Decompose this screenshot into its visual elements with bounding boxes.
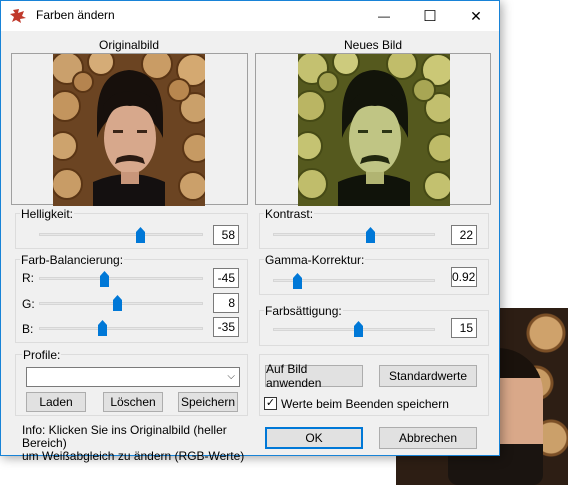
maximize-button[interactable]: ☐ <box>407 1 453 31</box>
red-thumb[interactable] <box>100 271 110 287</box>
save-on-exit-label[interactable]: Werte beim Beenden speichern <box>281 397 449 411</box>
brightness-thumb[interactable] <box>136 227 146 243</box>
blue-label: B: <box>22 322 34 336</box>
delete-profile-button[interactable]: Löschen <box>103 392 163 412</box>
apply-to-image-button[interactable]: Auf Bild anwenden <box>265 362 363 390</box>
original-image[interactable] <box>53 54 205 206</box>
color-balance-label: Farb-Balancierung: <box>20 253 125 267</box>
title-bar[interactable]: Farben ändern — ☐ ✕ <box>1 1 499 31</box>
app-icon <box>10 9 26 23</box>
maximize-icon: ☐ <box>423 8 437 25</box>
info-line-2: um Weißabgleich zu ändern (RGB-Werte) <box>22 449 245 463</box>
contrast-label: Kontrast: <box>264 207 315 221</box>
defaults-button[interactable]: Standardwerte <box>379 365 477 387</box>
window-title: Farben ändern <box>36 8 115 22</box>
original-photo <box>53 54 205 206</box>
info-text: Info: Klicken Sie ins Originalbild (hell… <box>22 424 262 463</box>
close-button[interactable]: ✕ <box>453 1 499 31</box>
blue-value-input[interactable]: -35 <box>213 317 239 337</box>
green-value-input[interactable]: 8 <box>213 293 239 313</box>
chevron-down-icon[interactable]: ⌵ <box>227 371 235 382</box>
red-track[interactable] <box>39 277 203 280</box>
contrast-thumb[interactable] <box>365 227 375 243</box>
cancel-button[interactable]: Abbrechen <box>379 427 477 449</box>
blue-track[interactable] <box>39 327 203 330</box>
saturation-thumb[interactable] <box>354 321 364 337</box>
brightness-label: Helligkeit: <box>20 207 75 221</box>
profiles-label: Profile: <box>22 348 62 362</box>
load-profile-button[interactable]: Laden <box>26 392 86 412</box>
red-value-input[interactable]: -45 <box>213 268 239 288</box>
info-line-1: Info: Klicken Sie ins Originalbild (hell… <box>22 423 227 450</box>
new-image <box>298 54 450 206</box>
green-thumb[interactable] <box>113 295 123 311</box>
saturation-label: Farbsättigung: <box>264 304 343 318</box>
original-image-label: Originalbild <box>98 38 160 52</box>
gamma-label: Gamma-Korrektur: <box>264 253 366 267</box>
gamma-value-input[interactable]: 0.92 <box>451 267 477 287</box>
minimize-icon: — <box>378 9 390 23</box>
save-on-exit-checkbox[interactable]: ✓ <box>264 397 277 410</box>
ok-button[interactable]: OK <box>265 427 363 449</box>
close-icon: ✕ <box>470 7 482 24</box>
original-image-panel[interactable] <box>11 53 248 206</box>
green-label: G: <box>22 297 35 311</box>
save-profile-button[interactable]: Speichern <box>178 392 238 412</box>
new-photo <box>298 54 450 206</box>
brightness-track[interactable] <box>39 233 203 236</box>
brightness-value-input[interactable]: 58 <box>213 225 239 245</box>
blue-thumb[interactable] <box>98 320 108 336</box>
new-image-label: Neues Bild <box>343 38 403 52</box>
red-label: R: <box>22 271 34 285</box>
new-image-panel <box>255 53 491 206</box>
saturation-value-input[interactable]: 15 <box>451 318 477 338</box>
minimize-button[interactable]: — <box>361 1 407 31</box>
contrast-track[interactable] <box>273 233 435 236</box>
contrast-value-input[interactable]: 22 <box>451 225 477 245</box>
profile-dropdown[interactable]: ⌵ <box>26 367 240 387</box>
color-dialog: Farben ändern — ☐ ✕ Originalbild Neues B… <box>0 0 500 463</box>
checkmark-icon: ✓ <box>265 397 276 409</box>
gamma-thumb[interactable] <box>292 273 302 289</box>
